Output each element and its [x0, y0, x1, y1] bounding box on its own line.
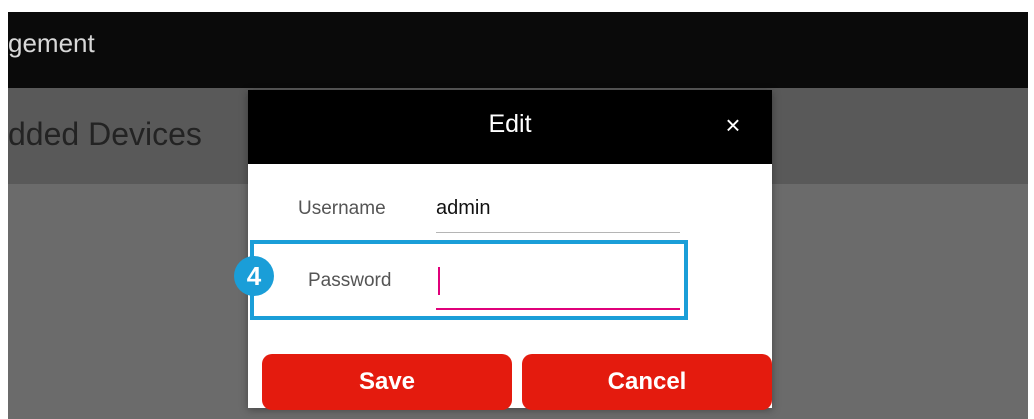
- app-screen: gement dded Devices Edit × Username 4 Pa…: [8, 12, 1028, 419]
- devices-section-title: dded Devices: [8, 116, 202, 152]
- app-bar-title: gement: [8, 28, 95, 58]
- dialog-header: Edit ×: [248, 90, 772, 164]
- password-label: Password: [308, 270, 392, 291]
- password-row: Password: [248, 254, 772, 310]
- password-underline: [436, 308, 680, 310]
- close-button[interactable]: ×: [716, 108, 750, 142]
- password-input[interactable]: [444, 262, 688, 298]
- username-row: Username: [248, 182, 772, 238]
- username-label: Username: [298, 198, 386, 219]
- dialog-title: Edit: [488, 110, 532, 138]
- save-button[interactable]: Save: [262, 354, 512, 410]
- cancel-button[interactable]: Cancel: [522, 354, 772, 410]
- text-caret: [438, 267, 440, 295]
- app-bar: gement: [8, 12, 1028, 88]
- close-icon: ×: [725, 110, 741, 140]
- edit-dialog: Edit × Username 4 Password Save Cancel: [234, 90, 772, 410]
- username-underline: [436, 232, 680, 233]
- username-input[interactable]: [436, 190, 680, 226]
